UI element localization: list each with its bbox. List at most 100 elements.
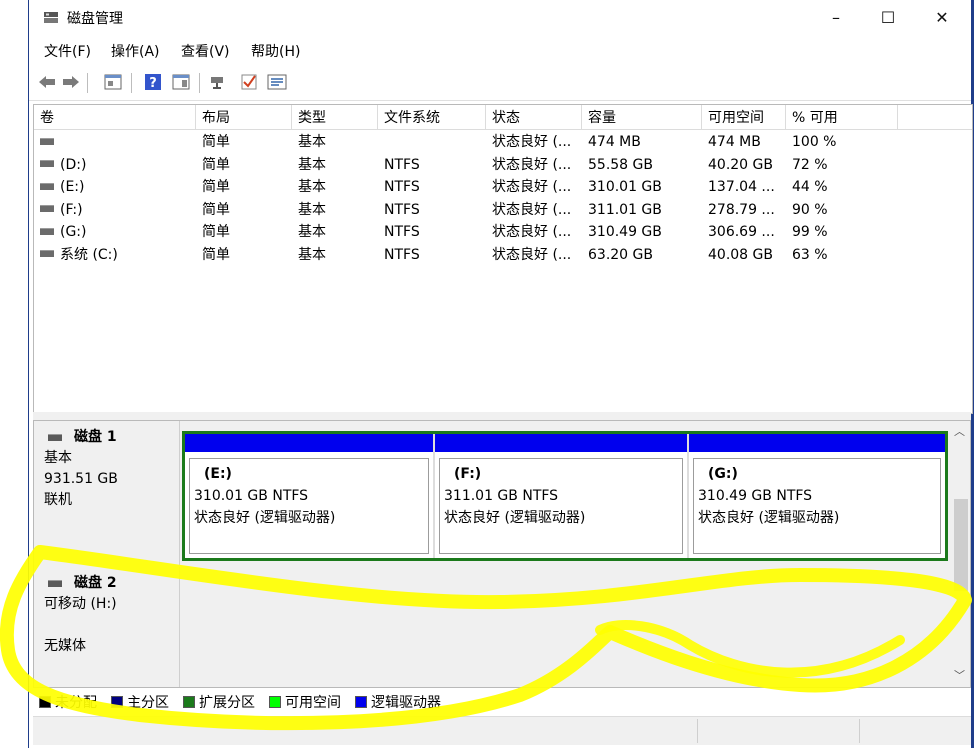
table-row[interactable]: (F:) 简单 基本 NTFS 状态良好 (... 311.01 GB 278.79 ...… <box>34 199 972 221</box>
table-cell: 基本 <box>298 224 326 240</box>
connect-icon[interactable] <box>209 72 229 92</box>
partition-e-size: 310.01 GB NTFS <box>194 488 309 504</box>
back-icon[interactable] <box>37 72 57 92</box>
scroll-down-icon[interactable]: ﹀ <box>954 667 965 683</box>
volume-name: 系统 (C:) <box>34 244 196 266</box>
table-cell: 474 MB <box>708 134 761 150</box>
drive-icon <box>40 205 54 212</box>
table-cell: 100 % <box>792 134 837 150</box>
col-percent-free[interactable]: % 可用 <box>786 105 898 129</box>
legend-primary: 主分区 <box>111 692 169 712</box>
disk-management-window: 磁盘管理 – ☐ ✕ 文件(F) 操作(A) 查看(V) 帮助(H) ? 卷 布… <box>28 0 974 748</box>
table-row[interactable]: (D:) 简单 基本 NTFS 状态良好 (... 55.58 GB 40.20 GB 72 … <box>34 154 972 176</box>
table-row[interactable]: (E:) 简单 基本 NTFS 状态良好 (... 310.01 GB 137.04 ...… <box>34 176 972 198</box>
legend-unallocated: 未分配 <box>39 692 97 712</box>
table-cell: 基本 <box>298 246 326 263</box>
disk1-info[interactable]: 磁盘 1 基本 931.51 GB 联机 <box>34 421 180 565</box>
table-cell: 90 % <box>792 201 828 218</box>
table-cell: 简单 <box>202 201 230 218</box>
table-cell: 310.49 GB <box>588 224 662 240</box>
col-volume[interactable]: 卷 <box>34 105 196 129</box>
menu-action[interactable]: 操作(A) <box>111 41 160 61</box>
table-cell: 474 MB <box>588 134 641 150</box>
table-cell: 40.08 GB <box>708 246 773 263</box>
table-cell: 基本 <box>298 201 326 218</box>
minimize-button[interactable]: – <box>813 0 859 34</box>
partition-e-name: (E:) <box>204 466 232 482</box>
forward-icon[interactable] <box>61 72 81 92</box>
disk-map-scrollbar[interactable]: ︿ ﹀ <box>950 421 970 687</box>
partition-e[interactable]: (E:) 310.01 GB NTFS 状态良好 (逻辑驱动器) <box>185 434 435 558</box>
table-cell: 310.01 GB <box>588 179 662 195</box>
partition-f-name: (F:) <box>454 466 482 482</box>
col-free-space[interactable]: 可用空间 <box>702 105 786 129</box>
table-row[interactable]: (G:) 简单 基本 NTFS 状态良好 (... 310.49 GB 306.69 ...… <box>34 221 972 243</box>
partition-g-name: (G:) <box>708 466 738 482</box>
disk-map: 磁盘 1 基本 931.51 GB 联机 (E:) 310.01 GB NTFS… <box>33 420 971 688</box>
col-filesystem[interactable]: 文件系统 <box>378 105 486 129</box>
table-cell: 306.69 ... <box>708 224 775 240</box>
close-button[interactable]: ✕ <box>919 0 965 34</box>
partition-g[interactable]: (G:) 310.49 GB NTFS 状态良好 (逻辑驱动器) <box>689 434 945 558</box>
maximize-button[interactable]: ☐ <box>865 0 911 34</box>
table-cell: 基本 <box>298 134 326 150</box>
disk2-name: 磁盘 2 <box>44 573 179 594</box>
list-icon[interactable] <box>267 72 287 92</box>
disk1-status: 联机 <box>44 492 72 508</box>
table-cell: 简单 <box>202 179 230 195</box>
scroll-up-icon[interactable]: ︿ <box>954 423 965 439</box>
partition-f[interactable]: (F:) 311.01 GB NTFS 状态良好 (逻辑驱动器) <box>435 434 689 558</box>
table-cell: 状态良好 (... <box>492 224 572 240</box>
col-filler <box>898 105 972 129</box>
table-cell: NTFS <box>384 179 420 195</box>
status-bar <box>33 716 971 745</box>
disk2-info[interactable]: 磁盘 2 可移动 (H:) 无媒体 <box>34 567 180 687</box>
table-row[interactable]: 简单 基本 状态良好 (... 474 MB 474 MB 100 % <box>34 131 972 153</box>
disk-icon <box>48 434 62 441</box>
check-icon[interactable] <box>239 72 259 92</box>
logical-drive-bar <box>185 434 433 452</box>
volume-table-header: 卷 布局 类型 文件系统 状态 容量 可用空间 % 可用 <box>34 105 972 130</box>
view-icon[interactable] <box>103 72 123 92</box>
title-bar: 磁盘管理 – ☐ ✕ <box>29 0 971 34</box>
table-cell: 278.79 ... <box>708 201 775 218</box>
properties-icon[interactable] <box>171 72 191 92</box>
partition-g-status: 状态良好 (逻辑驱动器) <box>698 510 840 526</box>
legend-extended: 扩展分区 <box>183 692 255 712</box>
volume-name: (E:) <box>34 176 196 198</box>
volume-name: (D:) <box>34 154 196 176</box>
scrollbar-thumb[interactable] <box>954 499 968 591</box>
table-row[interactable]: 系统 (C:) 简单 基本 NTFS 状态良好 (... 63.20 GB 40.08 GB… <box>34 244 972 266</box>
disk-icon <box>48 580 62 587</box>
table-cell: 状态良好 (... <box>492 246 572 263</box>
help-icon[interactable]: ? <box>143 72 163 92</box>
window-title: 磁盘管理 <box>67 11 123 27</box>
logical-drive-bar <box>435 434 687 452</box>
col-type[interactable]: 类型 <box>292 105 378 129</box>
table-cell: 状态良好 (... <box>492 156 572 173</box>
disk1-name: 磁盘 1 <box>44 427 179 448</box>
table-cell: 137.04 ... <box>708 179 775 195</box>
pane-splitter[interactable] <box>33 412 971 420</box>
menu-help[interactable]: 帮助(H) <box>251 41 300 61</box>
table-cell: 63.20 GB <box>588 246 653 263</box>
table-cell: 简单 <box>202 156 230 173</box>
col-status[interactable]: 状态 <box>486 105 582 129</box>
menu-file[interactable]: 文件(F) <box>44 41 91 61</box>
table-cell: 44 % <box>792 179 828 195</box>
col-layout[interactable]: 布局 <box>196 105 292 129</box>
table-cell: 40.20 GB <box>708 156 773 173</box>
table-cell: 55.58 GB <box>588 156 653 173</box>
table-cell: 基本 <box>298 179 326 195</box>
table-cell: 63 % <box>792 246 828 263</box>
extended-partition[interactable]: (E:) 310.01 GB NTFS 状态良好 (逻辑驱动器) (F:) 31… <box>182 431 948 561</box>
table-cell: NTFS <box>384 246 420 263</box>
volume-name: (G:) <box>34 221 196 243</box>
partition-f-status: 状态良好 (逻辑驱动器) <box>444 510 586 526</box>
col-capacity[interactable]: 容量 <box>582 105 702 129</box>
table-cell: 72 % <box>792 156 828 173</box>
table-cell: 99 % <box>792 224 828 240</box>
volume-list: 卷 布局 类型 文件系统 状态 容量 可用空间 % 可用 简单 基本 状态良好 (.… <box>33 104 973 414</box>
disk2-type: 可移动 (H:) <box>44 596 117 612</box>
menu-view[interactable]: 查看(V) <box>181 41 230 61</box>
